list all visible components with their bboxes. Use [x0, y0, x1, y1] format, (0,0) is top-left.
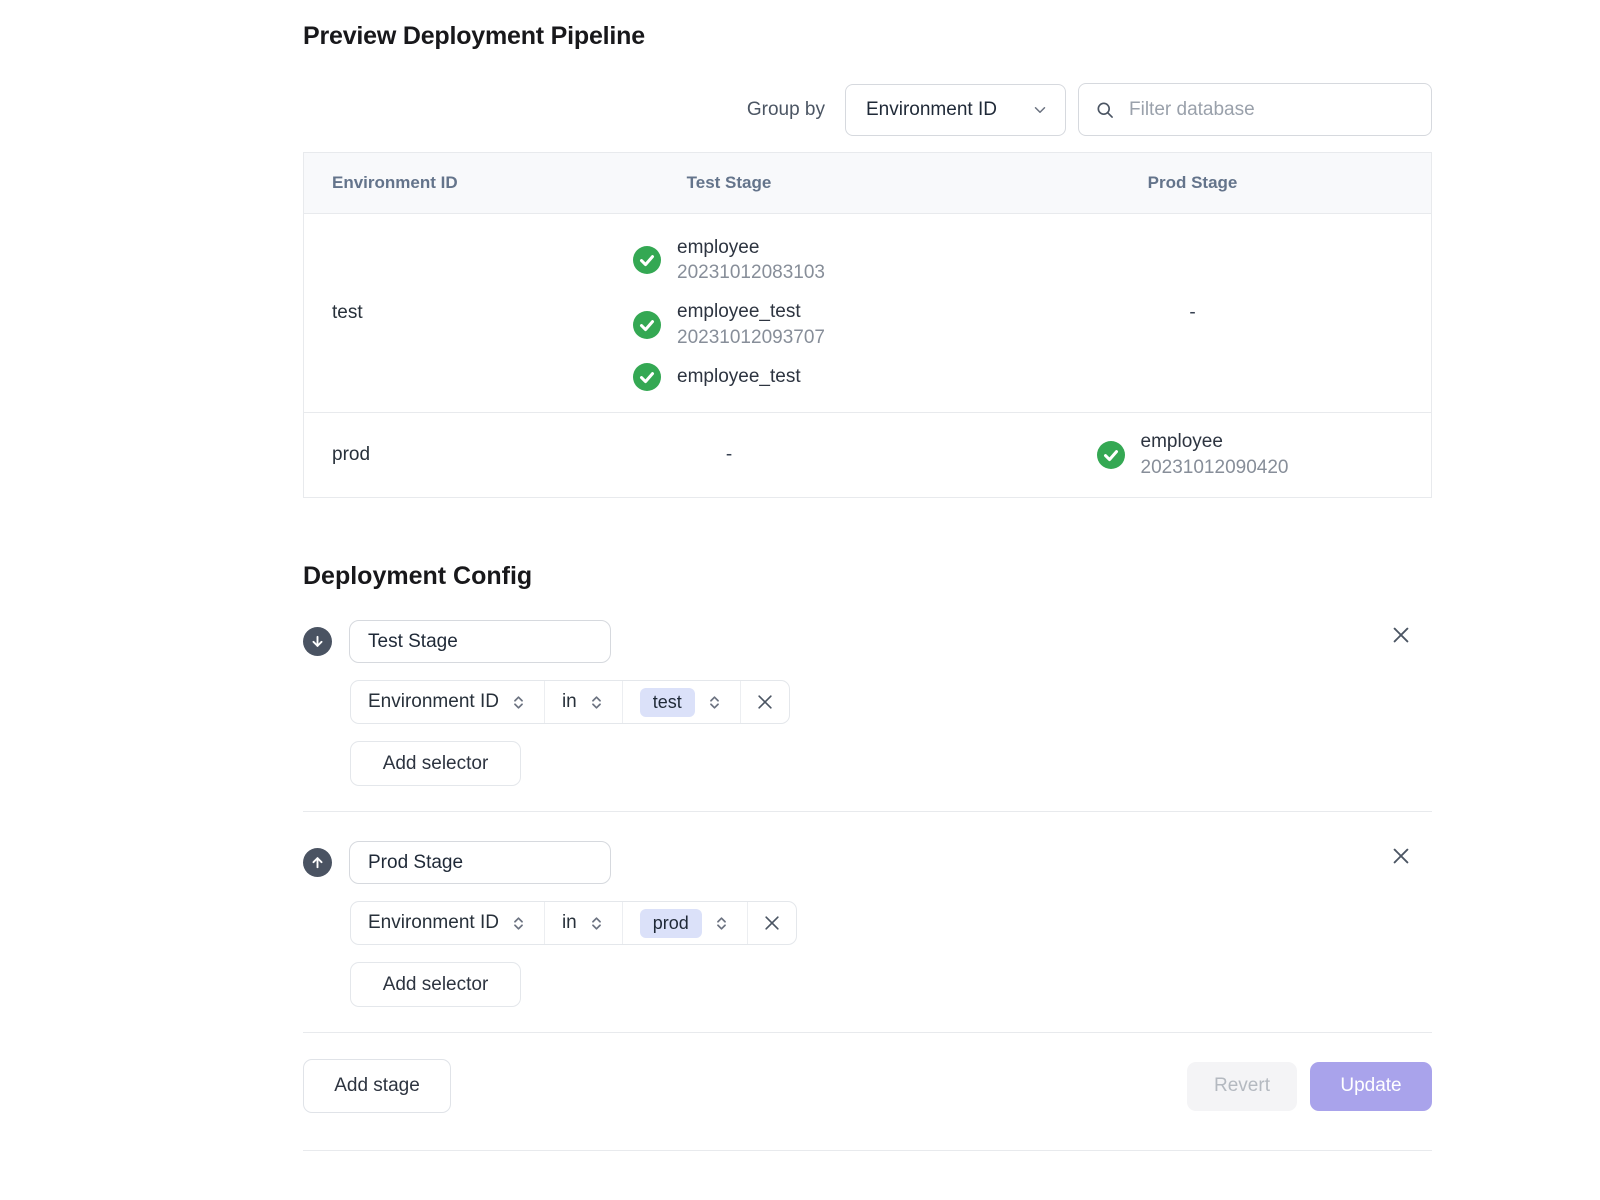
chevron-down-icon [1031, 101, 1049, 119]
selector-operator-select[interactable]: in [544, 902, 622, 944]
database-list: employee 20231012090420 [1097, 429, 1289, 480]
remove-stage-button[interactable] [1386, 620, 1416, 650]
add-stage-button[interactable]: Add stage [303, 1059, 451, 1113]
arrow-up-icon [310, 855, 325, 870]
stage-config-test: Environment ID in test [303, 620, 1432, 786]
table-row: prod - employee 20231012090420 [304, 412, 1431, 497]
database-item: employee_test 20231012093707 [633, 299, 825, 350]
selector-value-select[interactable]: test [622, 681, 740, 723]
remove-selector-button[interactable] [747, 902, 796, 944]
success-check-icon [633, 363, 661, 391]
test-stage-cell: employee 20231012083103 employee_test 20… [504, 235, 954, 392]
add-selector-button[interactable]: Add selector [350, 962, 521, 1007]
selector-operator-select[interactable]: in [544, 681, 622, 723]
search-icon [1095, 100, 1115, 120]
move-stage-up-button[interactable] [303, 848, 332, 877]
close-icon [1390, 845, 1412, 867]
page-title: Preview Deployment Pipeline [303, 0, 1432, 51]
group-by-label: Group by [747, 99, 825, 121]
close-icon [1390, 624, 1412, 646]
database-timestamp: 20231012093707 [677, 325, 825, 351]
stage-name-input[interactable] [349, 620, 611, 663]
chevron-up-down-icon [588, 694, 605, 711]
selector-group: Environment ID in prod [350, 901, 797, 945]
selector-key-value: Environment ID [368, 691, 499, 713]
selector-value-select[interactable]: prod [622, 902, 747, 944]
stage-name-input[interactable] [349, 841, 611, 884]
config-footer: Add stage Revert Update [303, 1059, 1432, 1113]
selector-row: Environment ID in test [350, 680, 1432, 724]
remove-selector-button[interactable] [740, 681, 789, 723]
chevron-up-down-icon [510, 915, 527, 932]
database-item: employee_test [633, 363, 801, 391]
success-check-icon [633, 246, 661, 274]
add-selector-button[interactable]: Add selector [350, 741, 521, 786]
stage-config-prod: Environment ID in prod [303, 841, 1432, 1007]
test-stage-empty: - [504, 444, 954, 466]
selector-value-badge: prod [640, 909, 702, 938]
filter-database-input[interactable] [1127, 98, 1415, 122]
close-icon [755, 692, 775, 712]
success-check-icon [1097, 441, 1125, 469]
deployment-config-title: Deployment Config [303, 562, 1432, 591]
update-button[interactable]: Update [1310, 1062, 1432, 1111]
database-timestamp: 20231012083103 [677, 260, 825, 286]
database-name: employee [677, 235, 825, 261]
pipeline-table: Environment ID Test Stage Prod Stage tes… [303, 152, 1432, 498]
database-item: employee 20231012083103 [633, 235, 825, 286]
selector-key-select[interactable]: Environment ID [351, 902, 544, 944]
chevron-up-down-icon [713, 915, 730, 932]
selector-value-badge: test [640, 688, 695, 717]
column-header-environment-id: Environment ID [304, 173, 504, 193]
database-name: employee_test [677, 364, 801, 390]
table-row: test employee 20231012083103 employee_te… [304, 213, 1431, 412]
close-icon [762, 913, 782, 933]
selector-row: Environment ID in prod [350, 901, 1432, 945]
revert-button[interactable]: Revert [1187, 1062, 1297, 1111]
column-header-test-stage: Test Stage [504, 173, 954, 193]
pipeline-table-header: Environment ID Test Stage Prod Stage [304, 153, 1431, 213]
section-divider [303, 811, 1432, 812]
environment-name: test [304, 302, 504, 324]
selector-group: Environment ID in test [350, 680, 790, 724]
group-by-dropdown[interactable]: Environment ID [845, 84, 1066, 136]
stage-header [303, 841, 1432, 884]
database-item: employee 20231012090420 [1097, 429, 1289, 480]
main-content: Preview Deployment Pipeline Group by Env… [303, 0, 1432, 1151]
chevron-up-down-icon [510, 694, 527, 711]
database-timestamp: 20231012090420 [1141, 455, 1289, 481]
bottom-divider [303, 1150, 1432, 1151]
prod-stage-cell: employee 20231012090420 [954, 429, 1431, 480]
prod-stage-empty: - [954, 302, 1431, 324]
selector-operator-value: in [562, 691, 577, 713]
database-name: employee [1141, 429, 1289, 455]
success-check-icon [633, 311, 661, 339]
table-controls: Group by Environment ID [303, 83, 1432, 136]
group-by-selected-value: Environment ID [866, 99, 1031, 121]
stage-header [303, 620, 1432, 663]
database-list: employee 20231012083103 employee_test 20… [633, 235, 825, 392]
selector-key-select[interactable]: Environment ID [351, 681, 544, 723]
environment-name: prod [304, 444, 504, 466]
database-name: employee_test [677, 299, 825, 325]
filter-database-box [1078, 83, 1432, 136]
chevron-up-down-icon [706, 694, 723, 711]
footer-actions: Revert Update [1187, 1062, 1432, 1111]
column-header-prod-stage: Prod Stage [954, 173, 1431, 193]
selector-key-value: Environment ID [368, 912, 499, 934]
chevron-up-down-icon [588, 915, 605, 932]
section-divider [303, 1032, 1432, 1033]
arrow-down-icon [310, 634, 325, 649]
move-stage-down-button[interactable] [303, 627, 332, 656]
selector-operator-value: in [562, 912, 577, 934]
remove-stage-button[interactable] [1386, 841, 1416, 871]
